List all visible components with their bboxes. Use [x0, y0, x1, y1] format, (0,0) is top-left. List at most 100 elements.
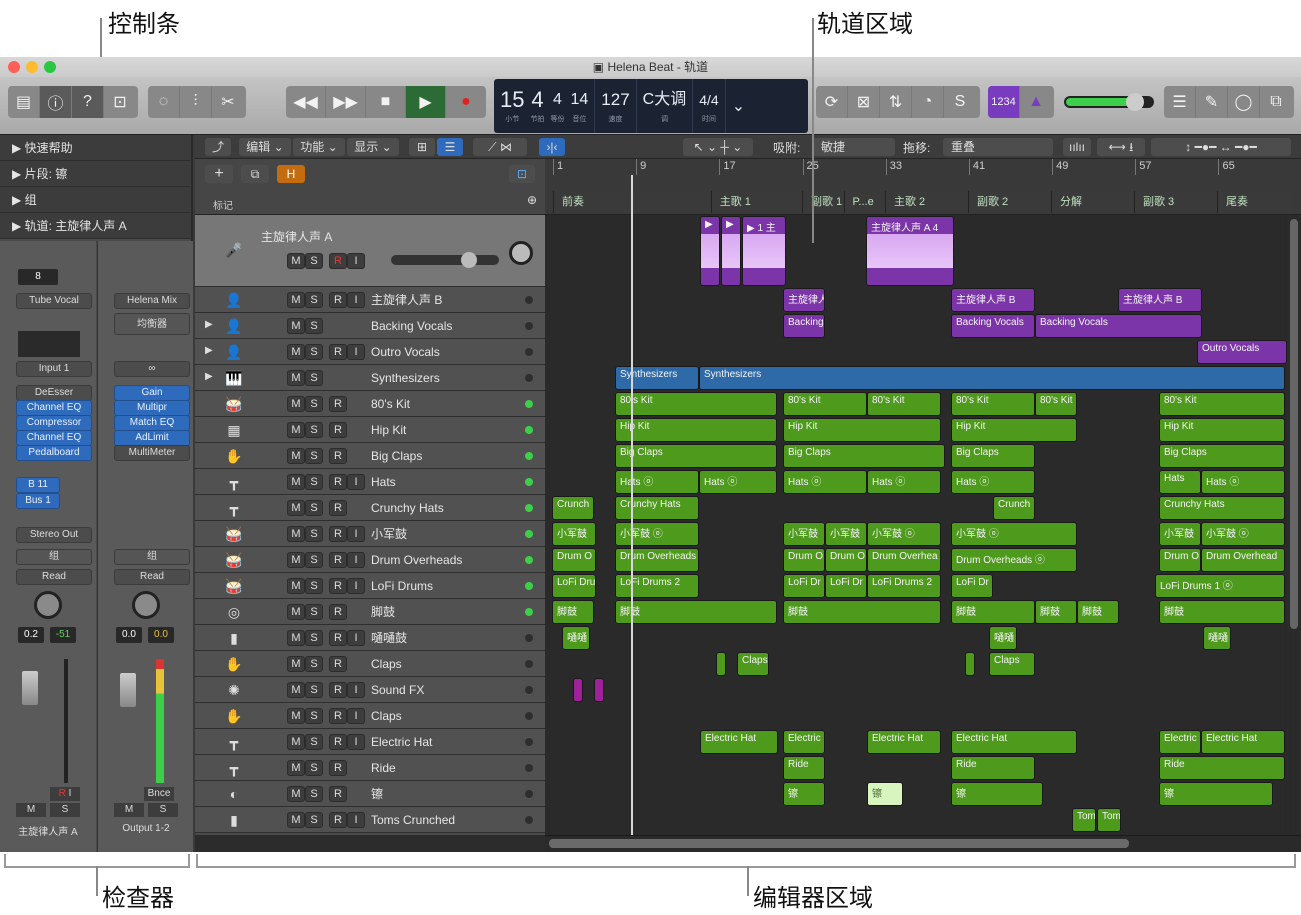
- region[interactable]: 主旋律人声 B: [1118, 288, 1202, 312]
- inspector-region[interactable]: ▶ 片段: 镲: [0, 161, 191, 187]
- mixer-icon[interactable]: ⫶: [180, 86, 212, 118]
- volume-fader[interactable]: [120, 673, 136, 707]
- region[interactable]: Electric Hat: [867, 730, 941, 754]
- disclosure-triangle-icon[interactable]: ▶: [205, 345, 213, 356]
- region[interactable]: 镲: [783, 782, 825, 806]
- record-enable-button[interactable]: R: [329, 578, 347, 594]
- region[interactable]: LoFi Drums 1 ⓞ: [1155, 574, 1285, 598]
- marker[interactable]: 尾奏: [1217, 191, 1292, 213]
- inspector-group[interactable]: ▶ 组: [0, 187, 191, 213]
- record-enable-button[interactable]: R: [329, 253, 347, 269]
- region[interactable]: Crunch: [993, 496, 1035, 520]
- mute-button[interactable]: M: [287, 318, 305, 334]
- track-header[interactable]: ▮ M S R I Toms Crunched: [195, 807, 545, 833]
- drag-select[interactable]: 重叠: [943, 138, 1053, 156]
- region[interactable]: Hats ⓞ: [699, 470, 777, 494]
- horizontal-scrollbar[interactable]: [545, 835, 1301, 852]
- grid-view-icon[interactable]: ⊞: [409, 138, 435, 156]
- track-header[interactable]: 🎤 M S R I 主旋律人声 A: [195, 215, 545, 287]
- solo-button[interactable]: S: [305, 253, 323, 269]
- region[interactable]: Hats: [1159, 470, 1201, 494]
- track-name[interactable]: Electric Hat: [371, 729, 432, 755]
- zoom-button[interactable]: [44, 61, 56, 73]
- region[interactable]: [594, 678, 604, 702]
- region[interactable]: [716, 652, 726, 676]
- catch-icon[interactable]: ⤴: [205, 138, 231, 156]
- add-marker-icon[interactable]: ⊕: [527, 193, 537, 207]
- mute-button[interactable]: M: [287, 370, 305, 386]
- region[interactable]: Tom: [1072, 808, 1096, 832]
- record-enable-button[interactable]: R: [329, 786, 347, 802]
- region[interactable]: Electric Hat: [1201, 730, 1285, 754]
- solo-button[interactable]: S: [305, 708, 323, 724]
- track-name[interactable]: Hats: [371, 469, 396, 495]
- mute-button[interactable]: M: [287, 656, 305, 672]
- region[interactable]: Backing: [783, 314, 825, 338]
- eq-thumbnail[interactable]: [18, 331, 80, 357]
- track-name[interactable]: Claps: [371, 703, 402, 729]
- region[interactable]: ▶: [700, 216, 720, 286]
- autopunch-icon[interactable]: ⇅: [880, 86, 912, 118]
- region[interactable]: Big Claps: [783, 444, 945, 468]
- mute-button[interactable]: M: [287, 396, 305, 412]
- input-slot[interactable]: Input 1: [16, 361, 92, 377]
- solo-button[interactable]: S: [305, 552, 323, 568]
- list-editors-icon[interactable]: ☰: [1164, 86, 1196, 118]
- track-name[interactable]: Claps: [371, 651, 402, 677]
- region[interactable]: 镲: [1159, 782, 1273, 806]
- input-monitor-button[interactable]: I: [347, 552, 365, 568]
- inspector-quick-help[interactable]: ▶ 快速帮助: [0, 135, 191, 161]
- solo-button[interactable]: S: [305, 422, 323, 438]
- zoom-to-fit-icon[interactable]: ›|‹: [539, 138, 565, 156]
- region[interactable]: Electric: [1159, 730, 1201, 754]
- record-enable-button[interactable]: R: [329, 526, 347, 542]
- region[interactable]: 脚鼓: [951, 600, 1035, 624]
- region[interactable]: LoFi Drums 2: [615, 574, 699, 598]
- region[interactable]: Electric Hat: [951, 730, 1077, 754]
- track-header[interactable]: ┳ M S R Crunchy Hats: [195, 495, 545, 521]
- menu-edit[interactable]: 编辑 ⌄: [239, 138, 291, 156]
- region[interactable]: 80's Kit: [867, 392, 941, 416]
- region[interactable]: 镲: [951, 782, 1043, 806]
- track-name[interactable]: 嗵嗵鼓: [371, 625, 407, 651]
- region[interactable]: Drum Overhea: [867, 548, 941, 572]
- mute-button[interactable]: M: [287, 422, 305, 438]
- automation-mode[interactable]: Read: [114, 569, 190, 585]
- region[interactable]: 脚鼓: [552, 600, 594, 624]
- solo-button[interactable]: S: [50, 803, 80, 817]
- region[interactable]: Backing Vocals: [951, 314, 1035, 338]
- menu-view[interactable]: 显示 ⌄: [347, 138, 399, 156]
- track-name[interactable]: 脚鼓: [371, 599, 395, 625]
- vertical-scrollbar[interactable]: [1289, 215, 1299, 835]
- region[interactable]: 小军鼓: [1159, 522, 1201, 546]
- region[interactable]: Outro Vocals: [1197, 340, 1287, 364]
- track-header[interactable]: ◎ M S R 脚鼓: [195, 599, 545, 625]
- region[interactable]: Drum Overheads ⓞ: [951, 548, 1077, 572]
- region[interactable]: 脚鼓: [1035, 600, 1077, 624]
- region[interactable]: Big Claps: [1159, 444, 1285, 468]
- solo-button[interactable]: S: [305, 604, 323, 620]
- output-slot[interactable]: Stereo Out: [16, 527, 92, 543]
- track-name[interactable]: Backing Vocals: [371, 313, 452, 339]
- track-header[interactable]: ▦ M S R Hip Kit: [195, 417, 545, 443]
- track-header[interactable]: ┳ M S R Ride: [195, 755, 545, 781]
- record-enable-button[interactable]: R: [329, 552, 347, 568]
- mute-button[interactable]: M: [114, 803, 144, 817]
- solo-button[interactable]: S: [148, 803, 178, 817]
- solo-button[interactable]: S: [305, 318, 323, 334]
- record-enable-button[interactable]: R: [329, 474, 347, 490]
- solo-button[interactable]: S: [305, 682, 323, 698]
- record-enable-button[interactable]: R: [329, 682, 347, 698]
- eq-button[interactable]: 均衡器: [114, 313, 190, 335]
- pan-knob[interactable]: [132, 591, 160, 619]
- mute-button[interactable]: M: [287, 812, 305, 828]
- track-name[interactable]: 主旋律人声 B: [371, 287, 442, 313]
- region[interactable]: Big Claps: [951, 444, 1035, 468]
- region[interactable]: 小军鼓 ⓞ: [615, 522, 699, 546]
- group-slot[interactable]: 组: [114, 549, 190, 565]
- record-icon[interactable]: ●: [446, 86, 486, 118]
- region[interactable]: Drum O: [783, 548, 825, 572]
- track-name[interactable]: Crunchy Hats: [371, 495, 444, 521]
- mute-button[interactable]: M: [287, 708, 305, 724]
- loop-browser-icon[interactable]: ◯: [1228, 86, 1260, 118]
